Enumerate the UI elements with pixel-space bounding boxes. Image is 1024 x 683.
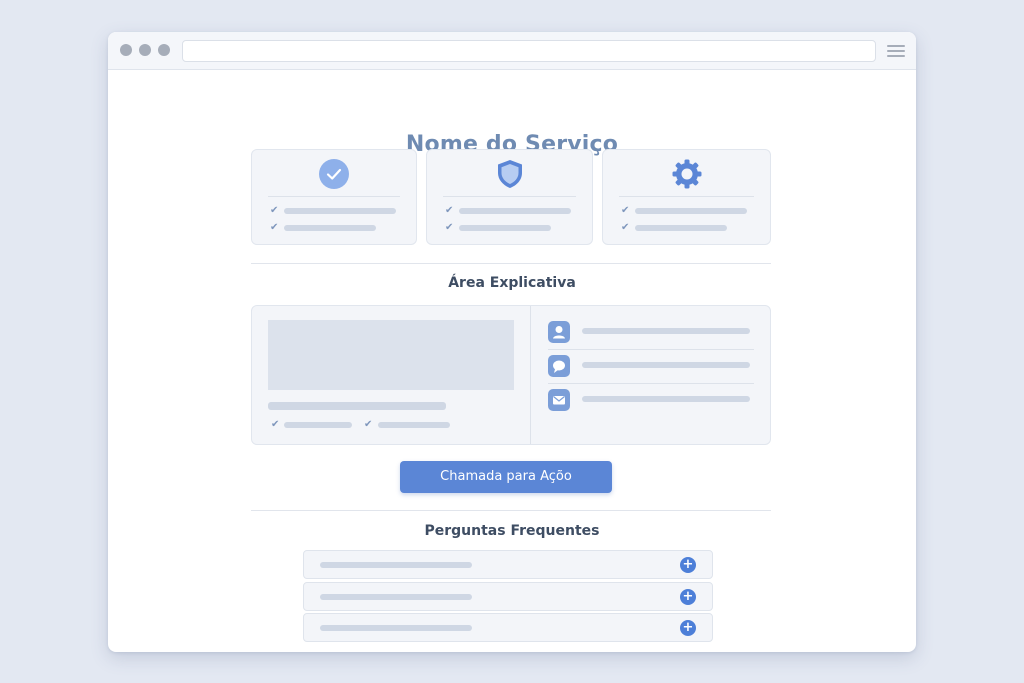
feature-card-1: ✔ ✔ (251, 149, 417, 245)
chat-bubble-icon (548, 355, 570, 377)
check-icon: ✔ (364, 419, 373, 430)
user-icon (548, 321, 570, 343)
section-divider (251, 263, 771, 264)
check-icon: ✔ (621, 222, 630, 233)
cta-button[interactable]: Chamada para Açõo (400, 461, 612, 493)
gear-icon (672, 159, 701, 189)
window-maximize-dot[interactable] (158, 44, 170, 56)
shield-check-icon (497, 160, 522, 188)
feature-card-3: ✔ ✔ (602, 149, 771, 245)
browser-titlebar (108, 32, 916, 70)
check-icon: ✔ (445, 205, 454, 216)
window-close-dot[interactable] (120, 44, 132, 56)
text-placeholder (284, 422, 352, 428)
text-placeholder (582, 396, 750, 402)
explain-section-title: Área Explicativa (448, 275, 576, 291)
plus-icon[interactable]: + (680, 620, 696, 636)
image-placeholder (268, 320, 514, 390)
check-icon: ✔ (445, 222, 454, 233)
faq-question-placeholder (320, 625, 472, 631)
address-bar[interactable] (182, 40, 876, 62)
faq-question-placeholder (320, 594, 472, 600)
text-placeholder (582, 362, 750, 368)
faq-question-placeholder (320, 562, 472, 568)
window-minimize-dot[interactable] (139, 44, 151, 56)
section-divider (251, 510, 771, 511)
envelope-icon (548, 389, 570, 411)
text-placeholder (268, 402, 446, 410)
check-icon: ✔ (270, 222, 279, 233)
explain-panel: ✔ ✔ (251, 305, 771, 445)
text-placeholder (582, 328, 750, 334)
check-circle-icon (319, 159, 349, 189)
faq-item[interactable]: + (303, 613, 713, 642)
menu-icon[interactable] (887, 45, 905, 57)
faq-item[interactable]: + (303, 550, 713, 579)
check-icon: ✔ (270, 205, 279, 216)
feature-card-2: ✔ ✔ (426, 149, 593, 245)
faq-section-title: Perguntas Frequentes (424, 523, 600, 539)
check-icon: ✔ (621, 205, 630, 216)
check-icon: ✔ (271, 419, 280, 430)
browser-window: Nome do Serviço ✔ ✔ ✔ ✔ ✔ ✔ Área Explica… (108, 32, 916, 652)
plus-icon[interactable]: + (680, 589, 696, 605)
faq-item[interactable]: + (303, 582, 713, 611)
text-placeholder (378, 422, 450, 428)
plus-icon[interactable]: + (680, 557, 696, 573)
